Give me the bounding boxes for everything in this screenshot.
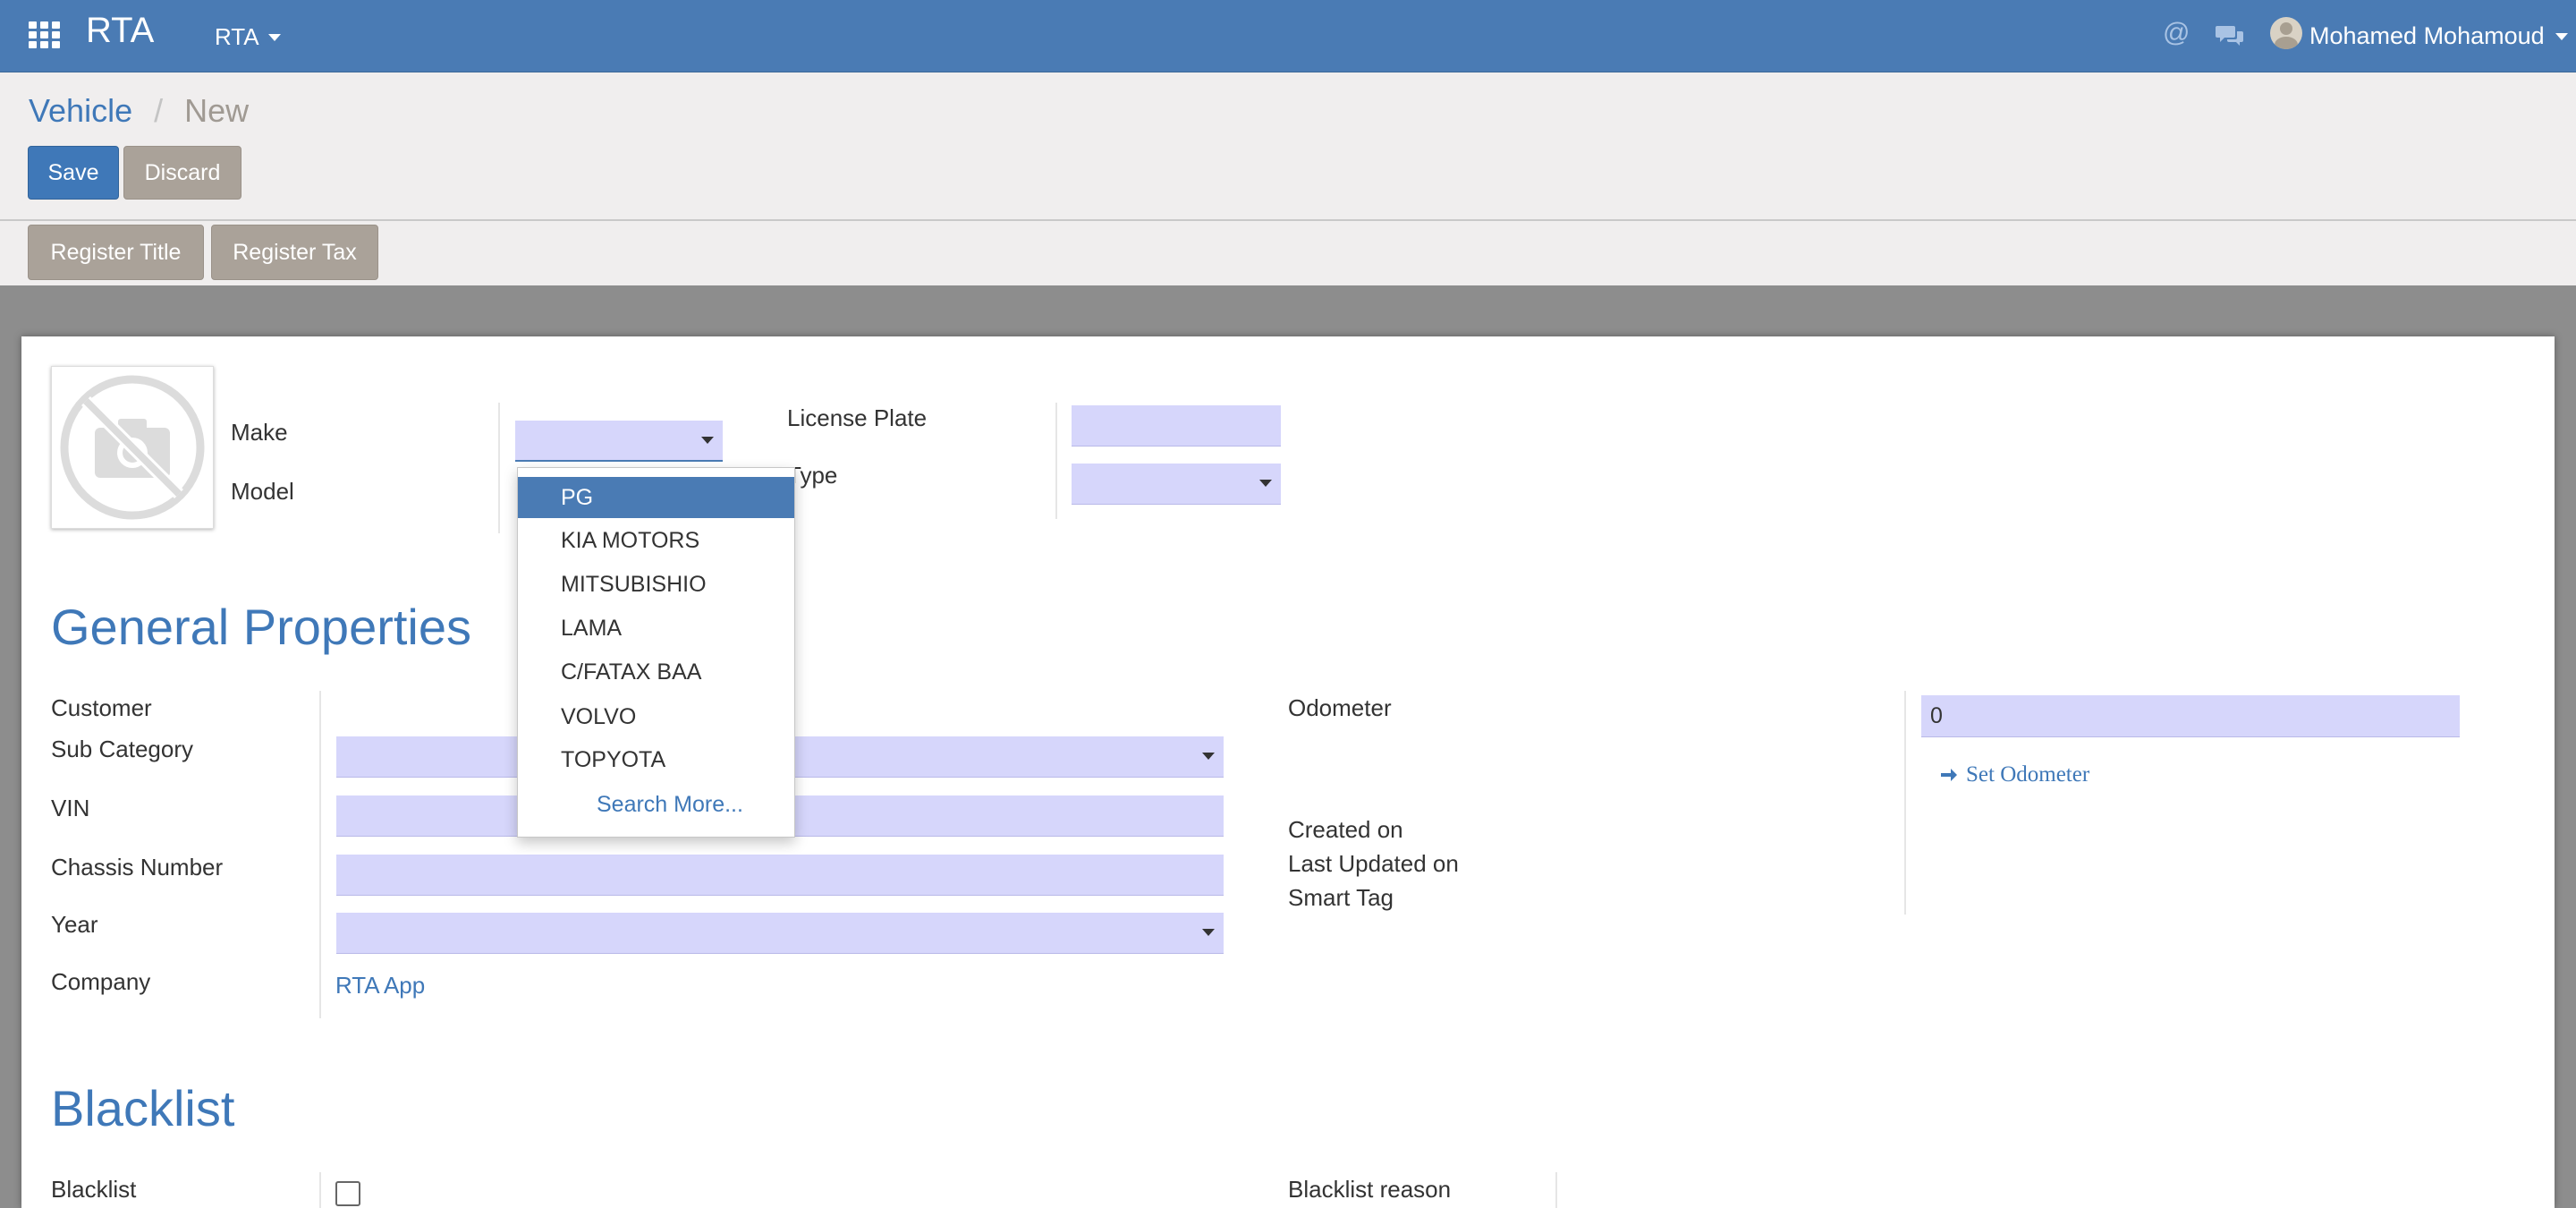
divider xyxy=(1055,403,1057,519)
model-label: Model xyxy=(231,478,294,505)
company-label: Company xyxy=(51,968,151,995)
odometer-input[interactable]: 0 xyxy=(1921,695,2460,737)
year-label: Year xyxy=(51,911,98,938)
customer-label: Customer xyxy=(51,694,152,721)
chevron-down-icon xyxy=(1202,753,1215,760)
apps-grid-icon[interactable] xyxy=(29,21,61,48)
odometer-label: Odometer xyxy=(1288,694,1392,721)
make-option-kia-motors[interactable]: KIA MOTORS xyxy=(518,520,794,561)
smart-tag-label: Smart Tag xyxy=(1288,884,1394,911)
make-label: Make xyxy=(231,419,288,446)
no-camera-icon xyxy=(60,375,205,520)
chevron-down-icon xyxy=(2555,32,2568,40)
make-option-topyota[interactable]: TOPYOTA xyxy=(518,739,794,780)
make-option-mitsubishio[interactable]: MITSUBISHIO xyxy=(518,564,794,605)
license-plate-input[interactable] xyxy=(1072,405,1281,447)
divider xyxy=(1555,1172,1557,1208)
breadcrumb-current: New xyxy=(184,92,250,129)
app-title[interactable]: RTA xyxy=(86,11,154,51)
blacklist-reason-label: Blacklist reason xyxy=(1288,1176,1452,1203)
user-menu[interactable]: Mohamed Mohamoud xyxy=(2309,22,2568,50)
breadcrumb-vehicle[interactable]: Vehicle xyxy=(29,92,132,129)
register-title-button[interactable]: Register Title xyxy=(28,225,204,280)
discard-button[interactable]: Discard xyxy=(123,146,242,200)
chevron-down-icon xyxy=(701,437,714,444)
blacklist-label: Blacklist xyxy=(51,1176,137,1203)
blacklist-title: Blacklist xyxy=(51,1080,235,1136)
save-button[interactable]: Save xyxy=(28,146,119,200)
make-select[interactable] xyxy=(515,421,723,462)
divider xyxy=(319,1172,321,1208)
make-option-lama[interactable]: LAMA xyxy=(518,608,794,649)
chevron-down-icon xyxy=(267,33,281,41)
license-plate-label: License Plate xyxy=(787,404,928,431)
control-panel: Vehicle / New Save Discard xyxy=(0,72,2576,221)
chassis-number-label: Chassis Number xyxy=(51,854,224,880)
search-more-link[interactable]: Search More... xyxy=(518,784,794,825)
sub-category-label: Sub Category xyxy=(51,736,193,762)
form-header: Register Title Register Tax xyxy=(0,221,2576,285)
chevron-down-icon xyxy=(1259,480,1272,487)
type-select[interactable] xyxy=(1072,464,1281,505)
divider xyxy=(319,691,321,1018)
breadcrumb: Vehicle / New xyxy=(29,92,249,130)
last-updated-label: Last Updated on xyxy=(1288,850,1459,877)
vin-label: VIN xyxy=(51,795,90,821)
company-link[interactable]: RTA App xyxy=(335,972,425,1000)
chat-bubbles-icon[interactable] xyxy=(2215,23,2245,53)
year-select[interactable] xyxy=(336,913,1224,954)
general-properties-title: General Properties xyxy=(51,599,472,655)
chassis-number-input[interactable] xyxy=(336,855,1224,896)
vehicle-image[interactable] xyxy=(51,366,214,529)
user-name: Mohamed Mohamoud xyxy=(2309,22,2545,49)
top-navbar: RTA RTA @ Mohamed Mohamoud xyxy=(0,0,2576,72)
created-on-label: Created on xyxy=(1288,816,1403,843)
app-menu-dropdown[interactable]: RTA xyxy=(215,23,281,51)
chevron-down-icon xyxy=(1202,929,1215,936)
set-odometer-link[interactable]: Set Odometer xyxy=(1939,762,2089,787)
make-dropdown-menu: PG KIA MOTORS MITSUBISHIO LAMA C/FATAX B… xyxy=(517,467,795,838)
divider xyxy=(498,403,500,533)
register-tax-button[interactable]: Register Tax xyxy=(211,225,378,280)
breadcrumb-separator: / xyxy=(154,92,164,129)
arrow-right-icon xyxy=(1941,769,1957,781)
mentions-icon[interactable]: @ xyxy=(2163,18,2190,48)
divider xyxy=(1904,691,1906,915)
make-option-pg[interactable]: PG xyxy=(518,477,794,518)
app-menu-label: RTA xyxy=(215,23,259,50)
blacklist-checkbox[interactable] xyxy=(335,1181,360,1206)
make-option-volvo[interactable]: VOLVO xyxy=(518,696,794,737)
avatar[interactable] xyxy=(2270,17,2302,49)
set-odometer-label: Set Odometer xyxy=(1966,762,2090,787)
make-option-cfatax-baa[interactable]: C/FATAX BAA xyxy=(518,651,794,693)
